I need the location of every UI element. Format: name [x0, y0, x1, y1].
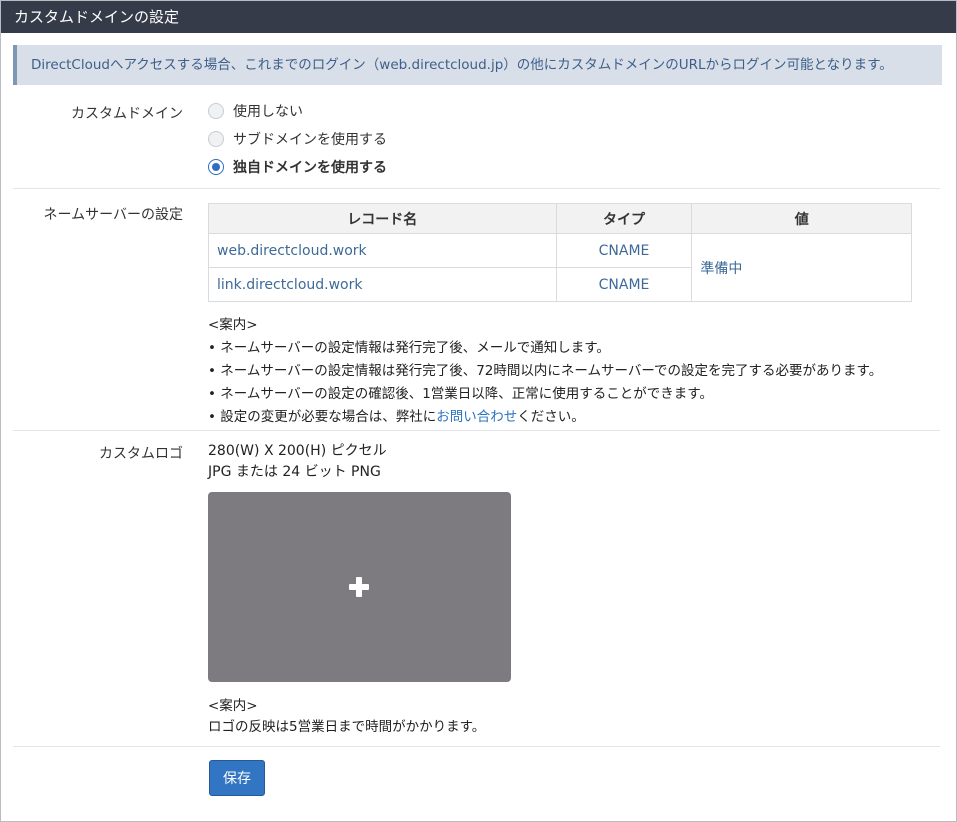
- nameserver-notes: <案内> • ネームサーバーの設定情報は発行完了後、メールで通知します。 • ネ…: [208, 314, 940, 429]
- custom-domain-label: カスタムドメイン: [71, 106, 183, 122]
- radio-label: 使用しない: [233, 104, 303, 120]
- notes-title: <案内>: [208, 317, 258, 333]
- record-type-cell: CNAME: [555, 233, 693, 268]
- nameserver-content: レコード名 タイプ 値 web.directcloud.work CNAME 準…: [208, 203, 940, 429]
- contact-link[interactable]: お問い合わせ: [436, 409, 517, 425]
- nameserver-label: ネームサーバーの設定: [43, 207, 183, 223]
- custom-logo-row: カスタムロゴ 280(W) X 200(H) ピクセル JPG または 24 ビ…: [13, 431, 940, 747]
- custom-domain-row: カスタムドメイン 使用しない サブドメインを使用する 独自ドメインを使用する: [13, 97, 940, 189]
- radio-option-subdomain[interactable]: サブドメインを使用する: [208, 125, 940, 153]
- record-type-cell: CNAME: [555, 267, 693, 302]
- logo-spec-size: 280(W) X 200(H) ピクセル: [208, 443, 387, 459]
- table-header-row: レコード名 タイプ 値: [208, 203, 912, 234]
- column-header-record: レコード名: [208, 203, 557, 234]
- nameserver-table: レコード名 タイプ 値 web.directcloud.work CNAME 準…: [208, 203, 912, 302]
- note-item: ロゴの反映は5営業日まで時間がかかります。: [208, 719, 486, 735]
- radio-checked-icon: [208, 159, 224, 175]
- radio-option-not-use[interactable]: 使用しない: [208, 97, 940, 125]
- record-name-cell: link.directcloud.work: [208, 267, 557, 302]
- note-item: • ネームサーバーの設定情報は発行完了後、メールで通知します。: [208, 340, 610, 356]
- settings-panel: カスタムドメインの設定 DirectCloudへアクセスする場合、これまでのログ…: [0, 0, 957, 822]
- logo-upload-area[interactable]: [208, 492, 511, 682]
- note-item-contact: • 設定の変更が必要な場合は、弊社にお問い合わせください。: [208, 406, 940, 429]
- custom-logo-label: カスタムロゴ: [99, 446, 183, 462]
- column-header-value: 値: [691, 203, 912, 234]
- radio-circle-icon: [208, 103, 224, 119]
- radio-option-own-domain[interactable]: 独自ドメインを使用する: [208, 153, 940, 181]
- custom-domain-options: 使用しない サブドメインを使用する 独自ドメインを使用する: [208, 97, 940, 181]
- logo-notes: <案内> ロゴの反映は5営業日まで時間がかかります。: [208, 696, 940, 738]
- table-row: web.directcloud.work CNAME 準備中: [208, 233, 912, 302]
- radio-label: サブドメインを使用する: [233, 132, 387, 148]
- nameserver-row: ネームサーバーの設定 レコード名 タイプ 値 web.directcloud.w…: [13, 189, 940, 431]
- note-item: • ネームサーバーの設定の確認後、1営業日以降、正常に使用することができます。: [208, 386, 713, 402]
- column-header-type: タイプ: [555, 203, 693, 234]
- note-item: • ネームサーバーの設定情報は発行完了後、72時間以内にネームサーバーでの設定を…: [208, 363, 883, 379]
- record-value-cell: 準備中: [691, 233, 912, 302]
- radio-circle-icon: [208, 131, 224, 147]
- custom-logo-content: 280(W) X 200(H) ピクセル JPG または 24 ビット PNG …: [208, 441, 940, 738]
- info-notice: DirectCloudへアクセスする場合、これまでのログイン（web.direc…: [13, 45, 942, 85]
- notes-title: <案内>: [208, 698, 258, 714]
- note-text: ください。: [517, 409, 585, 425]
- save-button[interactable]: 保存: [209, 760, 265, 796]
- radio-label: 独自ドメインを使用する: [233, 160, 387, 176]
- note-text: • 設定の変更が必要な場合は、弊社に: [208, 409, 437, 425]
- logo-spec-format: JPG または 24 ビット PNG: [208, 464, 381, 480]
- page-title: カスタムドメインの設定: [1, 1, 956, 33]
- record-name-cell: web.directcloud.work: [208, 233, 557, 268]
